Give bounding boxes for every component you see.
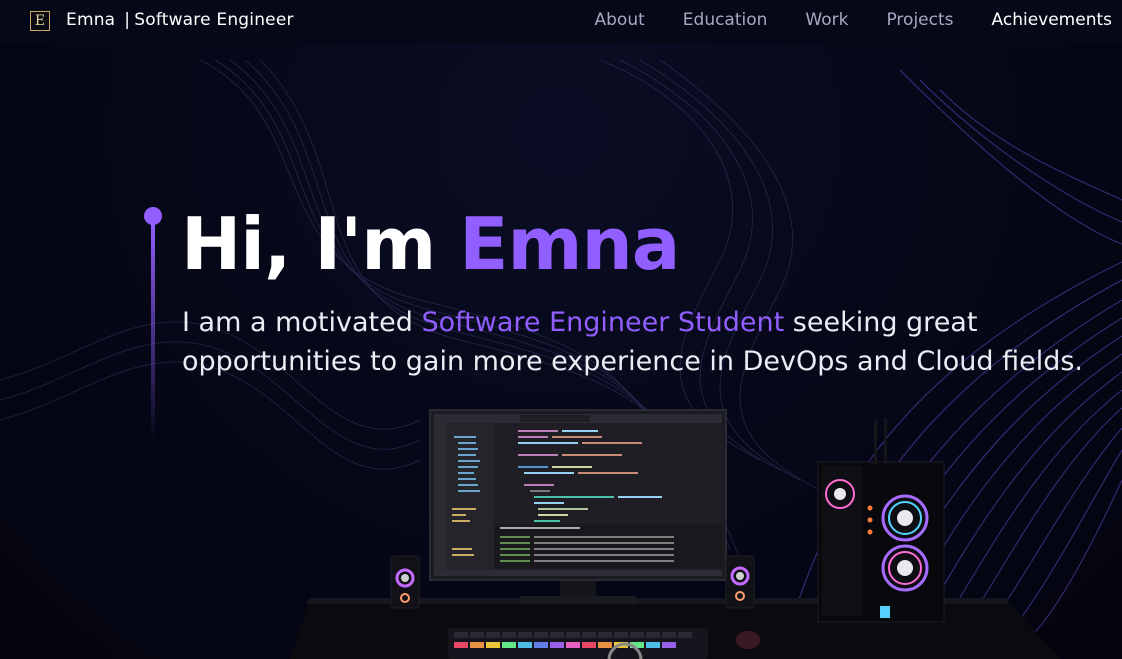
- hero-subtitle: I am a motivated Software Engineer Stude…: [182, 303, 1102, 381]
- pc-tower: [817, 418, 945, 623]
- brand-role: Software Engineer: [134, 10, 294, 30]
- hero-subtitle-accent: Software Engineer Student: [421, 307, 785, 338]
- letter-e-logo-icon[interactable]: E: [30, 11, 50, 31]
- nav-link-education[interactable]: Education: [683, 10, 768, 30]
- hero-subtitle-start: I am a motivated: [182, 307, 422, 338]
- nav-link-projects[interactable]: Projects: [886, 10, 953, 30]
- hero-greeting: Hi, I'm: [181, 202, 460, 286]
- navbar: E Emna | Software Engineer About Education…: [0, 0, 1122, 44]
- brand-separator: |: [124, 10, 131, 30]
- hero-page: E Emna | Software Engineer About Education…: [0, 0, 1122, 659]
- nav-link-work[interactable]: Work: [805, 10, 848, 30]
- desk: [290, 598, 1060, 659]
- nav-links: About Education Work Projects Achievemen…: [557, 10, 1112, 30]
- keyboard: [448, 628, 708, 659]
- monitor: [429, 409, 727, 581]
- monitor-stand: [560, 578, 596, 600]
- nav-link-achievements[interactable]: Achievements: [992, 10, 1112, 30]
- mouse: [736, 631, 760, 649]
- hero-name: Emna: [459, 202, 680, 286]
- nav-link-about[interactable]: About: [595, 10, 645, 30]
- hero-title: Hi, I'm Emna: [181, 196, 680, 292]
- right-speaker: [725, 555, 755, 609]
- brand[interactable]: Emna | Software Engineer: [66, 10, 294, 30]
- headphone-stand: [607, 642, 643, 659]
- brand-name: Emna: [66, 10, 116, 30]
- hero-accent-line: [151, 222, 155, 440]
- left-speaker: [390, 555, 420, 609]
